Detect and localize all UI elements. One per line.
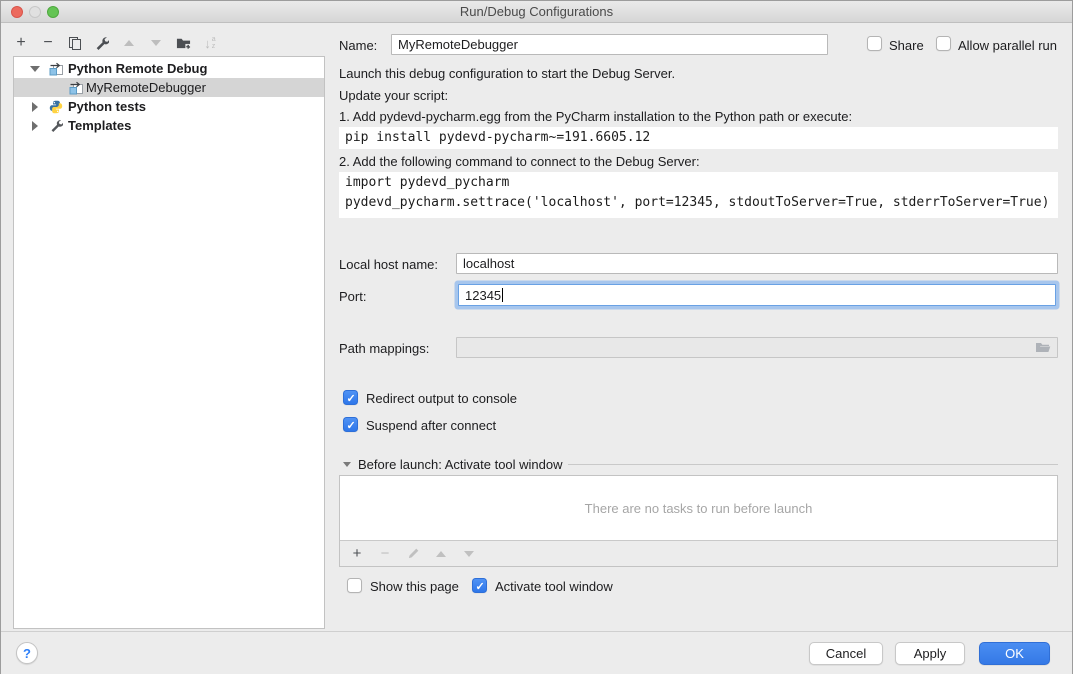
cancel-button[interactable]: Cancel <box>809 642 883 665</box>
add-configuration-button[interactable]: + <box>13 35 29 51</box>
port-label: Port: <box>339 289 366 304</box>
section-divider <box>568 464 1058 465</box>
tree-item-python-remote-debug[interactable]: Python Remote Debug <box>14 59 324 78</box>
remote-debug-icon <box>69 81 83 95</box>
before-launch-header: Before launch: Activate tool window <box>358 457 563 472</box>
task-list-toolbar: + − <box>340 541 1057 566</box>
name-label: Name: <box>339 38 377 53</box>
window-title: Run/Debug Configurations <box>1 4 1072 19</box>
remote-debug-icon <box>49 62 63 76</box>
run-debug-configurations-dialog: Run/Debug Configurations + − ↓ az Python… <box>0 0 1073 674</box>
open-folder-icon[interactable] <box>1035 341 1051 355</box>
show-this-page-label: Show this page <box>370 579 459 594</box>
ok-button[interactable]: OK <box>979 642 1050 665</box>
titlebar[interactable]: Run/Debug Configurations <box>1 1 1072 23</box>
remove-configuration-button[interactable]: − <box>40 35 56 51</box>
dialog-footer: ? Cancel Apply OK <box>1 631 1072 674</box>
local-host-name-label: Local host name: <box>339 257 438 272</box>
tree-item-myremotedebugger[interactable]: MyRemoteDebugger <box>14 78 324 97</box>
python-icon <box>49 100 63 114</box>
step-1-text: 1. Add pydevd-pycharm.egg from the PyCha… <box>339 109 852 124</box>
move-task-down-icon[interactable] <box>461 546 477 562</box>
pip-install-code: pip install pydevd-pycharm~=191.6605.12 <box>339 127 1058 149</box>
move-down-icon[interactable] <box>148 35 164 51</box>
collapse-section-arrow-icon[interactable] <box>343 462 351 467</box>
suspend-after-connect-label: Suspend after connect <box>366 418 496 433</box>
description-line-2: Update your script: <box>339 88 448 103</box>
path-mappings-input[interactable] <box>456 337 1058 358</box>
description-line-1: Launch this debug configuration to start… <box>339 66 675 81</box>
tree-item-python-tests[interactable]: Python tests <box>14 97 324 116</box>
configurations-tree: Python Remote Debug MyRemoteDebugger Pyt… <box>13 56 325 629</box>
tree-item-templates[interactable]: Templates <box>14 116 324 135</box>
share-checkbox[interactable] <box>867 36 882 51</box>
show-this-page-checkbox[interactable] <box>347 578 362 593</box>
settrace-code: import pydevd_pycharm pydevd_pycharm.set… <box>339 172 1058 218</box>
copy-configuration-icon[interactable] <box>67 35 83 51</box>
path-mappings-label: Path mappings: <box>339 341 429 356</box>
allow-parallel-run-label: Allow parallel run <box>958 38 1057 53</box>
move-up-icon[interactable] <box>121 35 137 51</box>
local-host-name-input[interactable] <box>456 253 1058 274</box>
collapse-arrow-icon[interactable] <box>32 121 42 131</box>
help-button[interactable]: ? <box>16 642 38 664</box>
before-launch-task-list: There are no tasks to run before launch … <box>339 475 1058 567</box>
port-input[interactable]: 12345 <box>458 284 1056 306</box>
share-label: Share <box>889 38 924 53</box>
collapse-arrow-icon[interactable] <box>32 102 42 112</box>
suspend-after-connect-checkbox[interactable] <box>343 417 358 432</box>
apply-button[interactable]: Apply <box>895 642 965 665</box>
name-input[interactable] <box>391 34 828 55</box>
redirect-output-label: Redirect output to console <box>366 391 517 406</box>
activate-tool-window-checkbox[interactable] <box>472 578 487 593</box>
sort-alphabetically-icon[interactable]: ↓ az <box>202 35 218 51</box>
redirect-output-checkbox[interactable] <box>343 390 358 405</box>
add-task-button[interactable]: + <box>349 546 365 562</box>
pencil-icon[interactable] <box>405 546 421 562</box>
activate-tool-window-label: Activate tool window <box>495 579 613 594</box>
expand-arrow-icon[interactable] <box>30 66 40 72</box>
configurations-toolbar: + − ↓ az <box>13 33 218 53</box>
empty-task-list-text: There are no tasks to run before launch <box>340 476 1057 541</box>
move-task-up-icon[interactable] <box>433 546 449 562</box>
remove-task-button[interactable]: − <box>377 546 393 562</box>
text-caret <box>502 288 503 302</box>
edit-defaults-wrench-icon[interactable] <box>94 35 110 51</box>
wrench-icon <box>50 119 64 133</box>
step-2-text: 2. Add the following command to connect … <box>339 154 700 169</box>
allow-parallel-run-checkbox[interactable] <box>936 36 951 51</box>
new-folder-icon[interactable] <box>175 35 191 51</box>
